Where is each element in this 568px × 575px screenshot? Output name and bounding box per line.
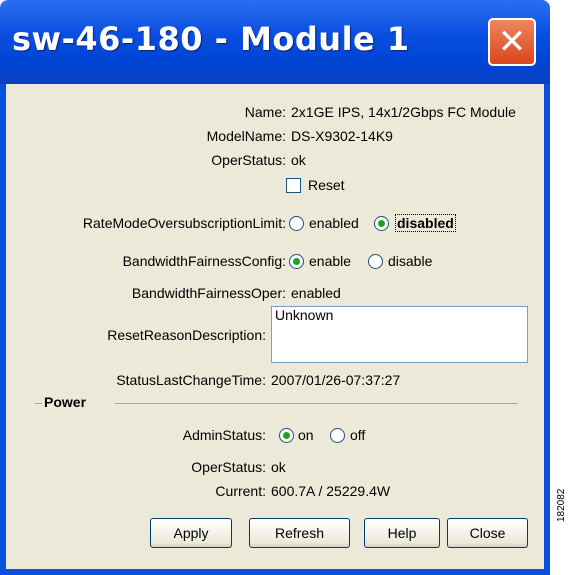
apply-button[interactable]: Apply	[150, 518, 232, 548]
model-value: DS-X9302-14K9	[291, 128, 393, 144]
module-dialog: sw-46-180 - Module 1 ✕ Name: 2x1GE IPS, …	[0, 0, 550, 575]
title-bar[interactable]: sw-46-180 - Module 1 ✕	[0, 0, 550, 84]
side-figure-code: 182082	[556, 488, 567, 522]
rate-enabled-radio[interactable]	[289, 216, 304, 231]
bandwidth-enable-label: enable	[309, 253, 352, 269]
name-label: Name:	[244, 104, 286, 120]
bandwidth-disable-label: disable	[388, 253, 433, 269]
close-window-icon[interactable]: ✕	[488, 18, 536, 66]
bandwidth-oper-value: enabled	[291, 285, 341, 301]
help-button[interactable]: Help	[364, 518, 440, 548]
current-label: Current:	[215, 483, 266, 499]
current-value: 600.7A / 25229.4W	[271, 483, 391, 499]
name-value: 2x1GE IPS, 14x1/2Gbps FC Module	[291, 104, 516, 120]
bandwidth-config-label: BandwidthFairnessConfig:	[122, 253, 286, 269]
dialog-body: Name: 2x1GE IPS, 14x1/2Gbps FC Module Mo…	[6, 84, 544, 569]
oper-status-value: ok	[291, 152, 306, 168]
rate-mode-label: RateModeOversubscriptionLimit:	[82, 215, 286, 231]
rate-disabled-radio[interactable]	[374, 216, 389, 231]
bandwidth-oper-label: BandwidthFairnessOper:	[131, 285, 286, 301]
rate-enabled-label: enabled	[309, 215, 359, 231]
model-label: ModelName:	[206, 128, 286, 144]
reset-reason-field[interactable]: Unknown	[271, 306, 528, 363]
bandwidth-disable-radio[interactable]	[368, 254, 383, 269]
admin-status-label: AdminStatus:	[182, 427, 266, 443]
rate-disabled-label: disabled	[395, 214, 456, 232]
refresh-button[interactable]: Refresh	[249, 518, 350, 548]
reset-label: Reset	[308, 177, 345, 193]
oper-status-label: OperStatus:	[211, 152, 286, 168]
power-group-line-left	[35, 403, 42, 404]
bandwidth-enable-radio[interactable]	[289, 254, 304, 269]
power-group-line-right	[115, 403, 518, 404]
admin-off-label: off	[350, 427, 366, 443]
reset-checkbox[interactable]	[286, 178, 301, 193]
power-oper-label: OperStatus:	[191, 459, 266, 475]
reset-reason-label: ResetReasonDescription:	[107, 327, 266, 343]
window-title: sw-46-180 - Module 1	[12, 20, 410, 58]
close-button[interactable]: Close	[447, 518, 528, 548]
power-group-legend: Power	[44, 394, 87, 410]
power-oper-value: ok	[271, 459, 286, 475]
status-change-value: 2007/01/26-07:37:27	[271, 372, 401, 388]
admin-off-radio[interactable]	[330, 428, 345, 443]
admin-on-label: on	[298, 427, 314, 443]
status-change-label: StatusLastChangeTime:	[116, 372, 266, 388]
admin-on-radio[interactable]	[279, 428, 294, 443]
